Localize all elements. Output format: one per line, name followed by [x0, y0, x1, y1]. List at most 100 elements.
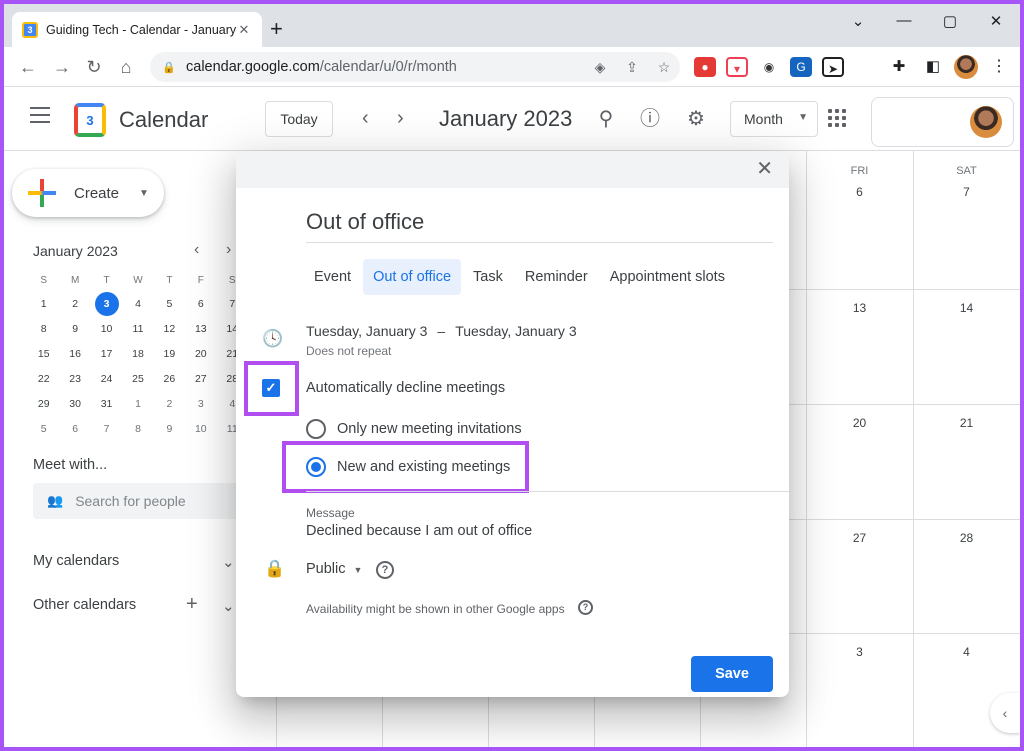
tab-event[interactable]: Event — [304, 259, 361, 295]
add-calendar-icon[interactable]: + — [186, 593, 198, 616]
day-number[interactable]: 13 — [806, 301, 913, 315]
save-button[interactable]: Save — [691, 656, 773, 692]
side-panel-icon[interactable]: ◧ — [922, 57, 944, 77]
mini-day[interactable]: 8 — [28, 316, 59, 341]
mini-day[interactable]: 15 — [28, 341, 59, 366]
help-icon[interactable]: ? — [376, 561, 394, 579]
message-field[interactable]: Declined because I am out of office — [306, 523, 532, 539]
close-window-icon[interactable]: ✕ — [976, 12, 1016, 30]
tab-task[interactable]: Task — [463, 259, 513, 295]
mini-day[interactable]: 10 — [91, 316, 122, 341]
tab-search-chevron-icon[interactable]: ⌄ — [838, 12, 878, 30]
visibility-dropdown[interactable]: Public ▼ — [306, 561, 362, 577]
share-icon[interactable]: ⇪ — [616, 59, 648, 76]
mini-day[interactable]: 3 — [185, 391, 216, 416]
chevron-down-icon[interactable]: ⌄ — [222, 553, 235, 571]
pocket-extension-icon[interactable]: ▾ — [726, 57, 748, 77]
day-number[interactable]: 20 — [806, 416, 913, 430]
forward-icon[interactable]: → — [50, 55, 74, 79]
help-icon[interactable]: ⓘ — [638, 107, 662, 131]
my-calendars-heading[interactable]: My calendars — [33, 553, 119, 569]
settings-gear-icon[interactable]: ⚙ — [684, 107, 708, 131]
close-tab-icon[interactable]: ✕ — [236, 22, 252, 38]
close-icon[interactable]: ✕ — [756, 158, 773, 180]
day-number[interactable]: 7 — [913, 185, 1020, 199]
mini-day[interactable]: 7 — [91, 416, 122, 441]
today-button[interactable]: Today — [265, 101, 333, 137]
mini-day-today[interactable]: 3 — [91, 291, 122, 316]
tab-appointment-slots[interactable]: Appointment slots — [600, 259, 735, 295]
account-box[interactable] — [871, 97, 1014, 147]
show-side-panel-icon[interactable]: ‹ — [990, 693, 1020, 733]
account-avatar[interactable] — [970, 106, 1002, 138]
day-number[interactable]: 14 — [913, 301, 1020, 315]
home-icon[interactable]: ⌂ — [114, 55, 138, 79]
maximize-icon[interactable]: ▢ — [930, 12, 970, 30]
google-apps-icon[interactable] — [828, 109, 846, 127]
mini-day[interactable]: 4 — [122, 291, 153, 316]
view-switcher[interactable]: Month ▼ — [730, 101, 818, 137]
day-number[interactable]: 28 — [913, 531, 1020, 545]
day-number[interactable]: 21 — [913, 416, 1020, 430]
address-bar[interactable]: 🔒 calendar.google.com/calendar/u/0/r/mon… — [150, 52, 680, 82]
spy-extension-icon[interactable]: ◉ — [758, 57, 780, 77]
mini-day[interactable]: 1 — [28, 291, 59, 316]
mini-day[interactable]: 23 — [59, 366, 90, 391]
mini-day[interactable]: 5 — [154, 291, 185, 316]
mini-day[interactable]: 24 — [91, 366, 122, 391]
mini-day[interactable]: 19 — [154, 341, 185, 366]
browser-profile-avatar[interactable] — [954, 55, 978, 79]
new-tab-icon[interactable]: + — [270, 18, 283, 40]
mini-day[interactable]: 27 — [185, 366, 216, 391]
mini-day[interactable]: 25 — [122, 366, 153, 391]
mini-day[interactable]: 30 — [59, 391, 90, 416]
mini-day[interactable]: 6 — [185, 291, 216, 316]
translate-extension-icon[interactable]: G — [790, 57, 812, 77]
day-number[interactable]: 27 — [806, 531, 913, 545]
previous-period-icon[interactable]: ‹ — [362, 107, 369, 130]
day-number[interactable]: 6 — [806, 185, 913, 199]
mini-day[interactable]: 26 — [154, 366, 185, 391]
browser-menu-icon[interactable]: ⋮ — [988, 57, 1010, 77]
tab-out-of-office[interactable]: Out of office — [363, 259, 462, 295]
bookmark-star-icon[interactable]: ☆ — [648, 59, 680, 76]
mini-day[interactable]: 1 — [122, 391, 153, 416]
mini-day[interactable]: 8 — [122, 416, 153, 441]
reload-icon[interactable]: ↻ — [82, 55, 106, 79]
mini-day[interactable]: 17 — [91, 341, 122, 366]
search-icon[interactable]: ⚲ — [594, 107, 618, 131]
next-period-icon[interactable]: › — [397, 107, 404, 130]
mini-day[interactable]: 9 — [154, 416, 185, 441]
mini-day[interactable]: 10 — [185, 416, 216, 441]
mini-day[interactable]: 2 — [154, 391, 185, 416]
repeat-text[interactable]: Does not repeat — [306, 344, 391, 358]
mini-day[interactable]: 2 — [59, 291, 90, 316]
event-title-input[interactable]: Out of office — [306, 209, 773, 243]
tab-reminder[interactable]: Reminder — [515, 259, 598, 295]
search-people-input[interactable]: 👥 Search for people — [33, 483, 248, 519]
other-calendars-heading[interactable]: Other calendars — [33, 597, 136, 613]
mini-day[interactable]: 29 — [28, 391, 59, 416]
back-icon[interactable]: ← — [16, 55, 40, 79]
mini-day[interactable]: 22 — [28, 366, 59, 391]
radio-new-and-existing[interactable] — [306, 457, 326, 477]
create-button[interactable]: Create ▼ — [12, 169, 164, 217]
mini-day[interactable]: 18 — [122, 341, 153, 366]
day-number[interactable]: 3 — [806, 645, 913, 659]
main-menu-icon[interactable] — [30, 107, 50, 123]
end-date[interactable]: Tuesday, January 3 — [455, 323, 576, 339]
eye-icon[interactable]: ◈ — [584, 59, 616, 76]
help-icon[interactable]: ? — [578, 600, 593, 615]
mini-day[interactable]: 12 — [154, 316, 185, 341]
mini-day[interactable]: 20 — [185, 341, 216, 366]
radio-only-new[interactable] — [306, 419, 326, 439]
mini-prev-icon[interactable]: ‹ — [194, 241, 199, 259]
browser-tab[interactable]: 3 Guiding Tech - Calendar - January ✕ — [12, 12, 262, 47]
mini-day[interactable]: 5 — [28, 416, 59, 441]
mini-day[interactable]: 31 — [91, 391, 122, 416]
minimize-icon[interactable]: — — [884, 12, 924, 29]
send-extension-icon[interactable]: ➤ — [822, 57, 844, 77]
day-number[interactable]: 4 — [913, 645, 1020, 659]
mini-day[interactable]: 6 — [59, 416, 90, 441]
mini-day[interactable]: 11 — [122, 316, 153, 341]
